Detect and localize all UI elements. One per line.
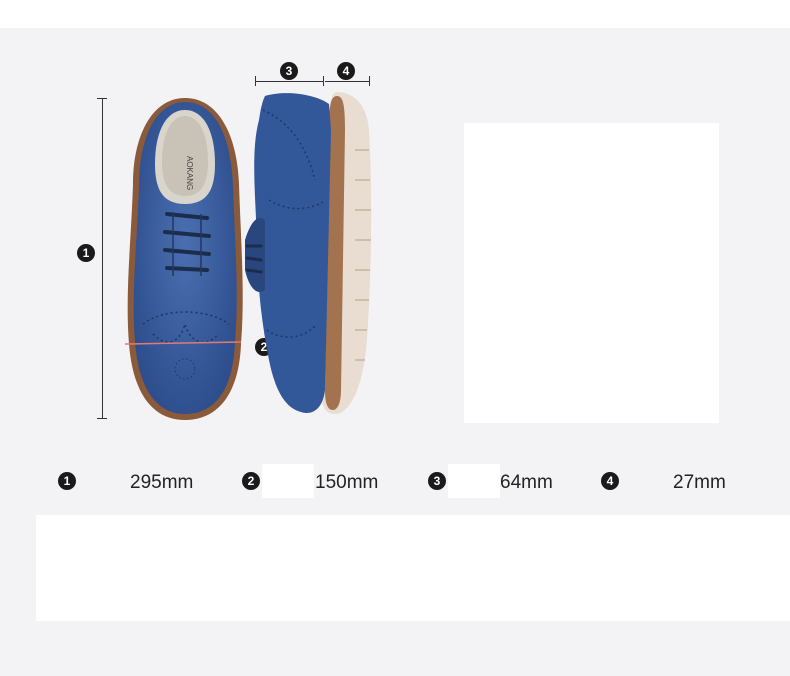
shoe-side-view-image	[245, 92, 372, 414]
product-size-chart: 1 AOKANG 2 3 4 1 295mm 2 150mm 3 64mm 4 …	[0, 28, 790, 676]
upper-label-mask	[448, 464, 500, 498]
length-measurement-value: 295mm	[130, 472, 194, 493]
upper-height-dimension-line	[255, 81, 323, 82]
upper-tick-left	[255, 76, 256, 86]
sole-measurement-value: 27mm	[673, 472, 726, 493]
length-dimension-line	[102, 98, 103, 418]
upper-measurement-value: 64mm	[500, 472, 553, 493]
length-badge: 1	[77, 244, 95, 262]
length-measurement-badge: 1	[58, 472, 76, 490]
sole-measurement-badge: 4	[601, 472, 619, 490]
length-tick-bottom	[97, 418, 107, 419]
width-measurement-value: 150mm	[315, 472, 379, 493]
top-band	[0, 0, 790, 28]
length-tick-top	[97, 98, 107, 99]
upper-badge: 3	[280, 62, 298, 80]
blank-image-area	[464, 123, 719, 423]
sole-badge: 4	[337, 62, 355, 80]
measurement-row: 1 295mm 2 150mm 3 64mm 4 27mm	[0, 464, 790, 500]
width-dimension-line	[124, 341, 242, 345]
blank-description-panel	[36, 515, 790, 621]
shoe-top-view-image: AOKANG	[127, 98, 243, 420]
sole-tick-right	[369, 76, 370, 86]
insole-brand-text: AOKANG	[185, 156, 194, 190]
width-label-mask	[262, 464, 314, 498]
upper-measurement-badge: 3	[428, 472, 446, 490]
upper-tick-right	[323, 76, 324, 86]
width-measurement-badge: 2	[242, 472, 260, 490]
sole-height-dimension-line	[325, 81, 369, 82]
